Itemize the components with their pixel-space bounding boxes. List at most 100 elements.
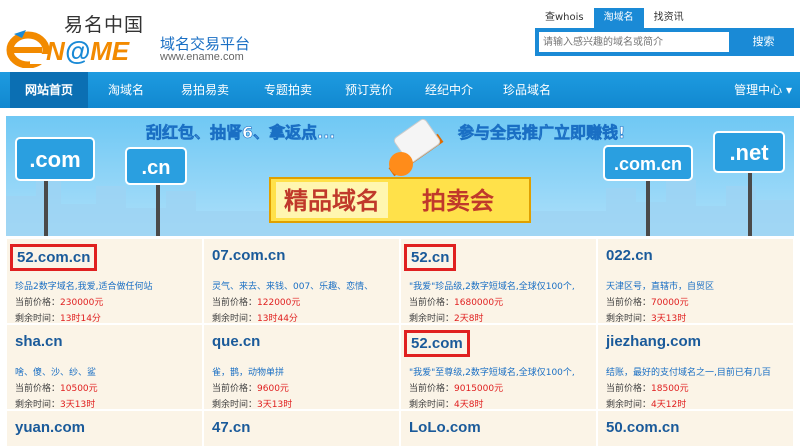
- domain-desc: 灵气、来去、来钱、007、乐趣、恋情、: [212, 282, 374, 292]
- logo-english-name: N@ME: [46, 36, 130, 66]
- time-label: 剩余时间：: [606, 400, 652, 410]
- page: { "header": { "logo_cn": "易名中国", "logo_e…: [0, 0, 800, 446]
- domain-name[interactable]: LoLo.com: [409, 419, 481, 436]
- price-row: 当前价格：18500元: [606, 381, 689, 394]
- time-row: 剩余时间：3天13时: [15, 397, 95, 410]
- price-value: 1680000元: [454, 298, 504, 308]
- domain-name[interactable]: que.cn: [212, 333, 260, 350]
- domain-desc: 结账，最好的支付域名之一,目前已有几百: [606, 368, 771, 378]
- time-label: 剩余时间：: [606, 314, 652, 324]
- price-value: 122000元: [257, 298, 301, 308]
- domain-card[interactable]: jiezhang.com 结账，最好的支付域名之一,目前已有几百 当前价格：18…: [597, 324, 794, 410]
- time-value: 13时44分: [257, 314, 298, 324]
- banner-headline-2: 拍卖会: [422, 187, 494, 215]
- banner-top-text: 刮红包、抽肾6、拿返点...: [146, 123, 335, 142]
- domain-card[interactable]: 52.cn "我爱"珍品级,2数字短域名,全球仅100个, 当前价格：16800…: [400, 238, 597, 324]
- time-value: 3天13时: [60, 400, 96, 410]
- nav-topic-auction[interactable]: 专题拍卖: [250, 72, 326, 108]
- search-input[interactable]: [539, 32, 729, 52]
- domain-card[interactable]: 52.com.cn 珍品2数字域名,我爱,适合做任何站 当前价格：230000元…: [6, 238, 203, 324]
- domain-card[interactable]: LoLo.com: [400, 410, 597, 446]
- time-label: 剩余时间：: [15, 314, 61, 324]
- price-label: 当前价格：: [409, 384, 455, 394]
- domain-name[interactable]: 07.com.cn: [212, 247, 285, 264]
- price-label: 当前价格：: [606, 384, 652, 394]
- domain-name[interactable]: 52.com.cn: [10, 244, 98, 271]
- price-row: 当前价格：1680000元: [409, 295, 503, 308]
- domain-desc: 啥、傻、沙、纱、鲨: [15, 368, 97, 378]
- time-row: 剩余时间：3天13时: [606, 311, 686, 324]
- time-value: 3天13时: [651, 314, 687, 324]
- tab-whois[interactable]: 查whois: [535, 8, 594, 28]
- price-row: 当前价格：122000元: [212, 295, 300, 308]
- price-label: 当前价格：: [212, 298, 258, 308]
- svg-text:.cn: .cn: [142, 157, 171, 179]
- domain-desc: "我爱"珍品级,2数字短域名,全球仅100个,: [409, 282, 575, 292]
- svg-text:.net: .net: [729, 140, 769, 165]
- domain-card[interactable]: yuan.com: [6, 410, 203, 446]
- nav-home[interactable]: 网站首页: [10, 72, 88, 108]
- admin-center-label: 管理中心: [734, 83, 783, 97]
- banner-right-text: 参与全民推广立即赚钱!: [458, 123, 625, 142]
- domain-card[interactable]: 52.com "我爱"至尊级,2数字短域名,全球仅100个, 当前价格：9015…: [400, 324, 597, 410]
- time-label: 剩余时间：: [15, 400, 61, 410]
- time-row: 剩余时间：4天12时: [606, 397, 686, 410]
- price-row: 当前价格：70000元: [606, 295, 689, 308]
- main-nav: 网站首页 淘域名 易拍易卖 专题拍卖 预订竞价 经纪中介 珍品域名 管理中心 ▾: [0, 72, 800, 108]
- time-label: 剩余时间：: [212, 400, 258, 410]
- domain-name[interactable]: 50.com.cn: [606, 419, 679, 436]
- time-value: 4天12时: [651, 400, 687, 410]
- domain-card[interactable]: sha.cn 啥、傻、沙、纱、鲨 当前价格：10500元 剩余时间：3天13时: [6, 324, 203, 410]
- time-label: 剩余时间：: [212, 314, 258, 324]
- nav-buy-domain[interactable]: 淘域名: [92, 72, 160, 108]
- domain-card[interactable]: 022.cn 天津区号，直辖市，自贸区 当前价格：70000元 剩余时间：3天1…: [597, 238, 794, 324]
- price-label: 当前价格：: [409, 298, 455, 308]
- ename-logo-e-icon: [6, 30, 50, 68]
- domain-card[interactable]: 50.com.cn: [597, 410, 794, 446]
- banner-graphic: .com .cn .com.cn .net 精品域名 拍卖会 刮红包、抽肾6、拿…: [6, 116, 794, 236]
- price-row: 当前价格：9600元: [212, 381, 289, 394]
- price-value: 9015000元: [454, 384, 504, 394]
- price-value: 18500元: [651, 384, 689, 394]
- domain-name[interactable]: sha.cn: [15, 333, 63, 350]
- domain-desc: 天津区号，直辖市，自贸区: [606, 282, 715, 292]
- time-value: 3天13时: [257, 400, 293, 410]
- tab-domain-search[interactable]: 淘域名: [593, 8, 644, 28]
- nav-pre-bid[interactable]: 预订竞价: [332, 72, 406, 108]
- chevron-down-icon: ▾: [785, 83, 792, 97]
- price-row: 当前价格：230000元: [15, 295, 103, 308]
- domain-name[interactable]: 022.cn: [606, 247, 653, 264]
- tab-news[interactable]: 找资讯: [644, 8, 694, 28]
- domain-card[interactable]: 47.cn: [203, 410, 400, 446]
- nav-admin-center[interactable]: 管理中心 ▾: [734, 72, 792, 108]
- logo-chinese-name: 易名中国: [64, 14, 145, 36]
- nav-auction[interactable]: 易拍易卖: [168, 72, 242, 108]
- domain-card[interactable]: 07.com.cn 灵气、来去、来钱、007、乐趣、恋情、 当前价格：12200…: [203, 238, 400, 324]
- domain-name[interactable]: 47.cn: [212, 419, 250, 436]
- price-label: 当前价格：: [606, 298, 652, 308]
- site-url: www.ename.com: [160, 51, 244, 63]
- price-row: 当前价格：10500元: [15, 381, 98, 394]
- domain-name[interactable]: yuan.com: [15, 419, 85, 436]
- price-label: 当前价格：: [212, 384, 258, 394]
- time-row: 剩余时间：13时44分: [212, 311, 298, 324]
- banner-headline-1: 精品域名: [284, 187, 380, 215]
- promo-banner[interactable]: .com .cn .com.cn .net 精品域名 拍卖会 刮红包、抽肾6、拿…: [6, 116, 794, 236]
- svg-text:.com: .com: [29, 147, 80, 172]
- svg-text:.com.cn: .com.cn: [614, 154, 682, 174]
- time-label: 剩余时间：: [409, 314, 455, 324]
- nav-broker[interactable]: 经纪中介: [412, 72, 486, 108]
- domain-name[interactable]: jiezhang.com: [606, 333, 701, 350]
- domain-card[interactable]: que.cn 雀，鹊，动物单拼 当前价格：9600元 剩余时间：3天13时: [203, 324, 400, 410]
- time-value: 4天8时: [454, 400, 484, 410]
- domain-desc: 珍品2数字域名,我爱,适合做任何站: [15, 282, 153, 292]
- domain-name[interactable]: 52.cn: [404, 244, 457, 271]
- time-row: 剩余时间：2天8时: [409, 311, 483, 324]
- domain-grid: 52.com.cn 珍品2数字域名,我爱,适合做任何站 当前价格：230000元…: [6, 238, 794, 446]
- nav-premium-domains[interactable]: 珍品域名: [490, 72, 564, 108]
- ename-logo[interactable]: 易名中国 N@ME: [6, 8, 156, 68]
- search-button[interactable]: 搜索: [733, 28, 794, 56]
- search-box: 搜索: [535, 28, 794, 56]
- domain-name[interactable]: 52.com: [404, 330, 470, 357]
- price-value: 10500元: [60, 384, 98, 394]
